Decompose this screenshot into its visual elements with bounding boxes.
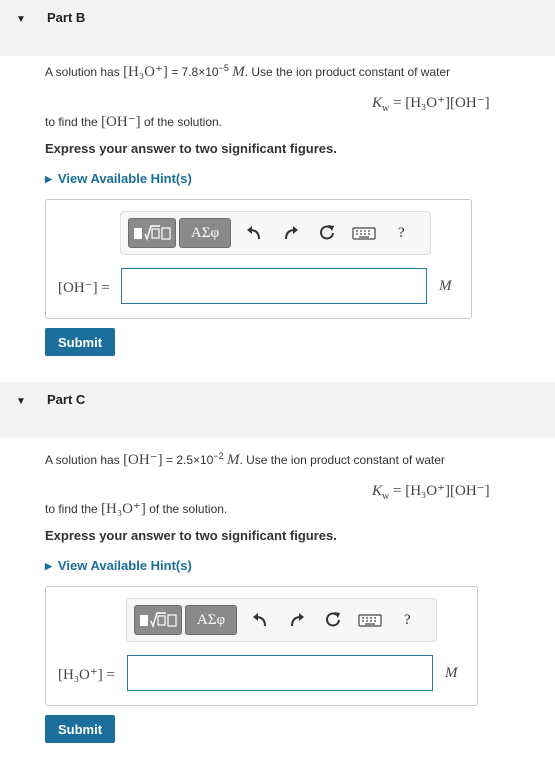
math-toolbar: ΑΣφ ? [120, 211, 431, 255]
part-b-find-text: to find the [OH⁻] of the solution. [45, 114, 223, 130]
given-species: [OH⁻] [123, 452, 163, 468]
part-c-question: A solution has [OH⁻] = 2.5×10−2 M. Use t… [45, 451, 445, 468]
expand-triangle-icon: ▶ [45, 561, 52, 571]
part-b-answer-unit: M [439, 278, 452, 294]
keyboard-icon[interactable] [358, 610, 382, 630]
reset-icon[interactable] [323, 610, 343, 630]
redo-icon[interactable] [287, 610, 307, 630]
undo-icon[interactable] [244, 223, 264, 243]
part-b-title: Part B [47, 10, 86, 25]
part-c-answer-input[interactable] [127, 655, 433, 691]
given-species: [H₃O⁺] [123, 64, 168, 80]
math-toolbar: ΑΣφ ? [126, 598, 437, 642]
redo-icon[interactable] [281, 223, 301, 243]
part-c-find-text: to find the [H₃O⁺] of the solution. [45, 501, 228, 517]
part-c-hint-link[interactable]: ▶ View Available Hint(s) [45, 558, 192, 573]
part-b-header[interactable]: ▼ Part B [0, 0, 555, 56]
greek-symbols-button[interactable]: ΑΣφ [179, 218, 231, 248]
part-c-answer-label: [H₃O⁺] = [58, 667, 116, 683]
part-c-answer-box: ΑΣφ ? [H₃O⁺] = M [45, 586, 478, 706]
part-b-answer-box: ΑΣφ ? [OH⁻] = M [45, 199, 472, 319]
part-c-submit-button[interactable]: Submit [45, 715, 115, 743]
undo-icon[interactable] [250, 610, 270, 630]
collapse-triangle-icon[interactable]: ▼ [16, 14, 26, 25]
part-b-instruction: Express your answer to two significant f… [45, 141, 337, 156]
unit-molar: M [226, 452, 240, 468]
part-c-kw-equation: Kw = [H₃O⁺][OH⁻] [372, 483, 490, 502]
part-c-title: Part C [47, 392, 86, 407]
templates-icon [140, 612, 177, 629]
templates-icon [134, 225, 171, 242]
templates-button[interactable] [128, 218, 176, 248]
help-icon[interactable]: ? [404, 612, 411, 629]
unit-molar: M [232, 64, 245, 80]
part-b-kw-equation: Kw = [H₃O⁺][OH⁻] [372, 95, 490, 114]
reset-icon[interactable] [317, 223, 337, 243]
part-c-instruction: Express your answer to two significant f… [45, 528, 337, 543]
part-b-answer-input[interactable] [121, 268, 427, 304]
part-b-hint-link[interactable]: ▶ View Available Hint(s) [45, 171, 192, 186]
greek-symbols-button[interactable]: ΑΣφ [185, 605, 237, 635]
help-icon[interactable]: ? [398, 225, 405, 242]
expand-triangle-icon: ▶ [45, 174, 52, 184]
templates-button[interactable] [134, 605, 182, 635]
part-b-submit-button[interactable]: Submit [45, 328, 115, 356]
part-c-header[interactable]: ▼ Part C [0, 382, 555, 438]
part-b-answer-label: [OH⁻] = [58, 280, 110, 296]
keyboard-icon[interactable] [352, 223, 376, 243]
collapse-triangle-icon[interactable]: ▼ [16, 396, 26, 407]
part-c-answer-unit: M [445, 665, 458, 681]
part-b-question: A solution has [H₃O⁺] = 7.8×10−5 M. Use … [45, 63, 451, 80]
